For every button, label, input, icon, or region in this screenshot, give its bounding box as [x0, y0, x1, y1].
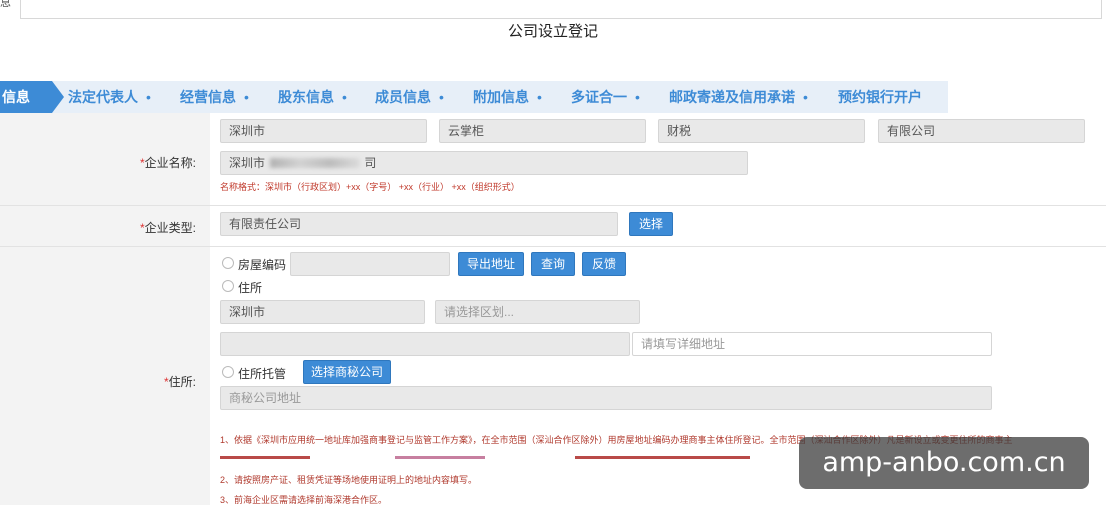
step-tabbar: 信息 法定代表人 • 经营信息 • 股东信息 • 成员信息 • 附加信息 • 多证合一 • …: [0, 81, 950, 113]
name-format-hint: 名称格式：深圳市（行政区划）+xx（字号） +xx（行业） +xx（组织形式）: [220, 182, 520, 192]
secretary-company-address-field[interactable]: 商秘公司地址: [220, 386, 992, 410]
row-divider: [0, 205, 1106, 206]
residence-label: 住所: [238, 281, 263, 295]
residence-radio[interactable]: [222, 280, 234, 292]
watermark-badge: amp-anbo.com.cn: [799, 437, 1089, 489]
tab-bank-appointment[interactable]: 预约银行开户: [838, 81, 922, 113]
company-name-label: *企业名称:: [139, 156, 196, 170]
tab-multi-cert[interactable]: 多证合一 •: [571, 81, 640, 113]
address-prefix-field[interactable]: [220, 332, 630, 356]
tab-postal-credit[interactable]: 邮政寄递及信用承诺 •: [669, 81, 808, 113]
company-full-name-value: 深圳市: [229, 156, 266, 170]
note-underline-2: [395, 456, 485, 459]
hosting-label: 住所托管: [238, 367, 287, 381]
house-code-radio[interactable]: [222, 257, 234, 269]
house-code-input[interactable]: [290, 252, 450, 276]
name-part-region[interactable]: 深圳市: [220, 119, 427, 143]
hosting-radio[interactable]: [222, 366, 234, 378]
name-part-org-form[interactable]: 有限公司: [878, 119, 1085, 143]
tab-member-info[interactable]: 成员信息 •: [375, 81, 444, 113]
tab-active-info[interactable]: 信息: [0, 81, 64, 113]
select-secretary-company-button[interactable]: 选择商秘公司: [303, 360, 391, 384]
row-divider: [0, 246, 1106, 247]
tab-legal-rep[interactable]: 法定代表人 •: [68, 81, 151, 113]
company-type-select-button[interactable]: 选择: [629, 212, 673, 236]
tab-additional-info[interactable]: 附加信息 •: [473, 81, 542, 113]
name-part-brand[interactable]: 云掌柜: [439, 119, 646, 143]
page-title: 公司设立登记: [507, 23, 598, 40]
detail-address-input[interactable]: 请填写详细地址: [632, 332, 992, 356]
note-2: 2、请按照房产证、租赁凭证等场地使用证明上的地址内容填写。: [220, 475, 478, 485]
tab-business-info[interactable]: 经营信息 •: [180, 81, 249, 113]
tab-shareholder-info[interactable]: 股东信息 •: [278, 81, 347, 113]
note-3: 3、前海企业区需请选择前海深港合作区。: [220, 495, 388, 505]
company-type-field[interactable]: 有限责任公司: [220, 212, 618, 236]
corner-label: 息: [0, 0, 11, 9]
form-label-column: [0, 113, 210, 505]
feedback-button[interactable]: 反馈: [582, 252, 626, 276]
house-code-label: 房屋编码: [238, 258, 287, 272]
name-part-industry[interactable]: 财税: [658, 119, 865, 143]
address-city-field[interactable]: 深圳市: [220, 300, 425, 324]
query-button[interactable]: 查询: [531, 252, 575, 276]
note-underline-3: [575, 456, 750, 459]
note-underline-1: [220, 456, 310, 459]
company-type-label: *企业类型:: [139, 221, 196, 235]
redacted-name-blur: [270, 158, 360, 168]
company-full-name-tail: 司: [364, 156, 377, 170]
top-input-box: [20, 0, 1102, 19]
address-label: *住所:: [163, 375, 196, 389]
district-select[interactable]: 请选择区划...: [435, 300, 640, 324]
export-address-button[interactable]: 导出地址: [458, 252, 524, 276]
